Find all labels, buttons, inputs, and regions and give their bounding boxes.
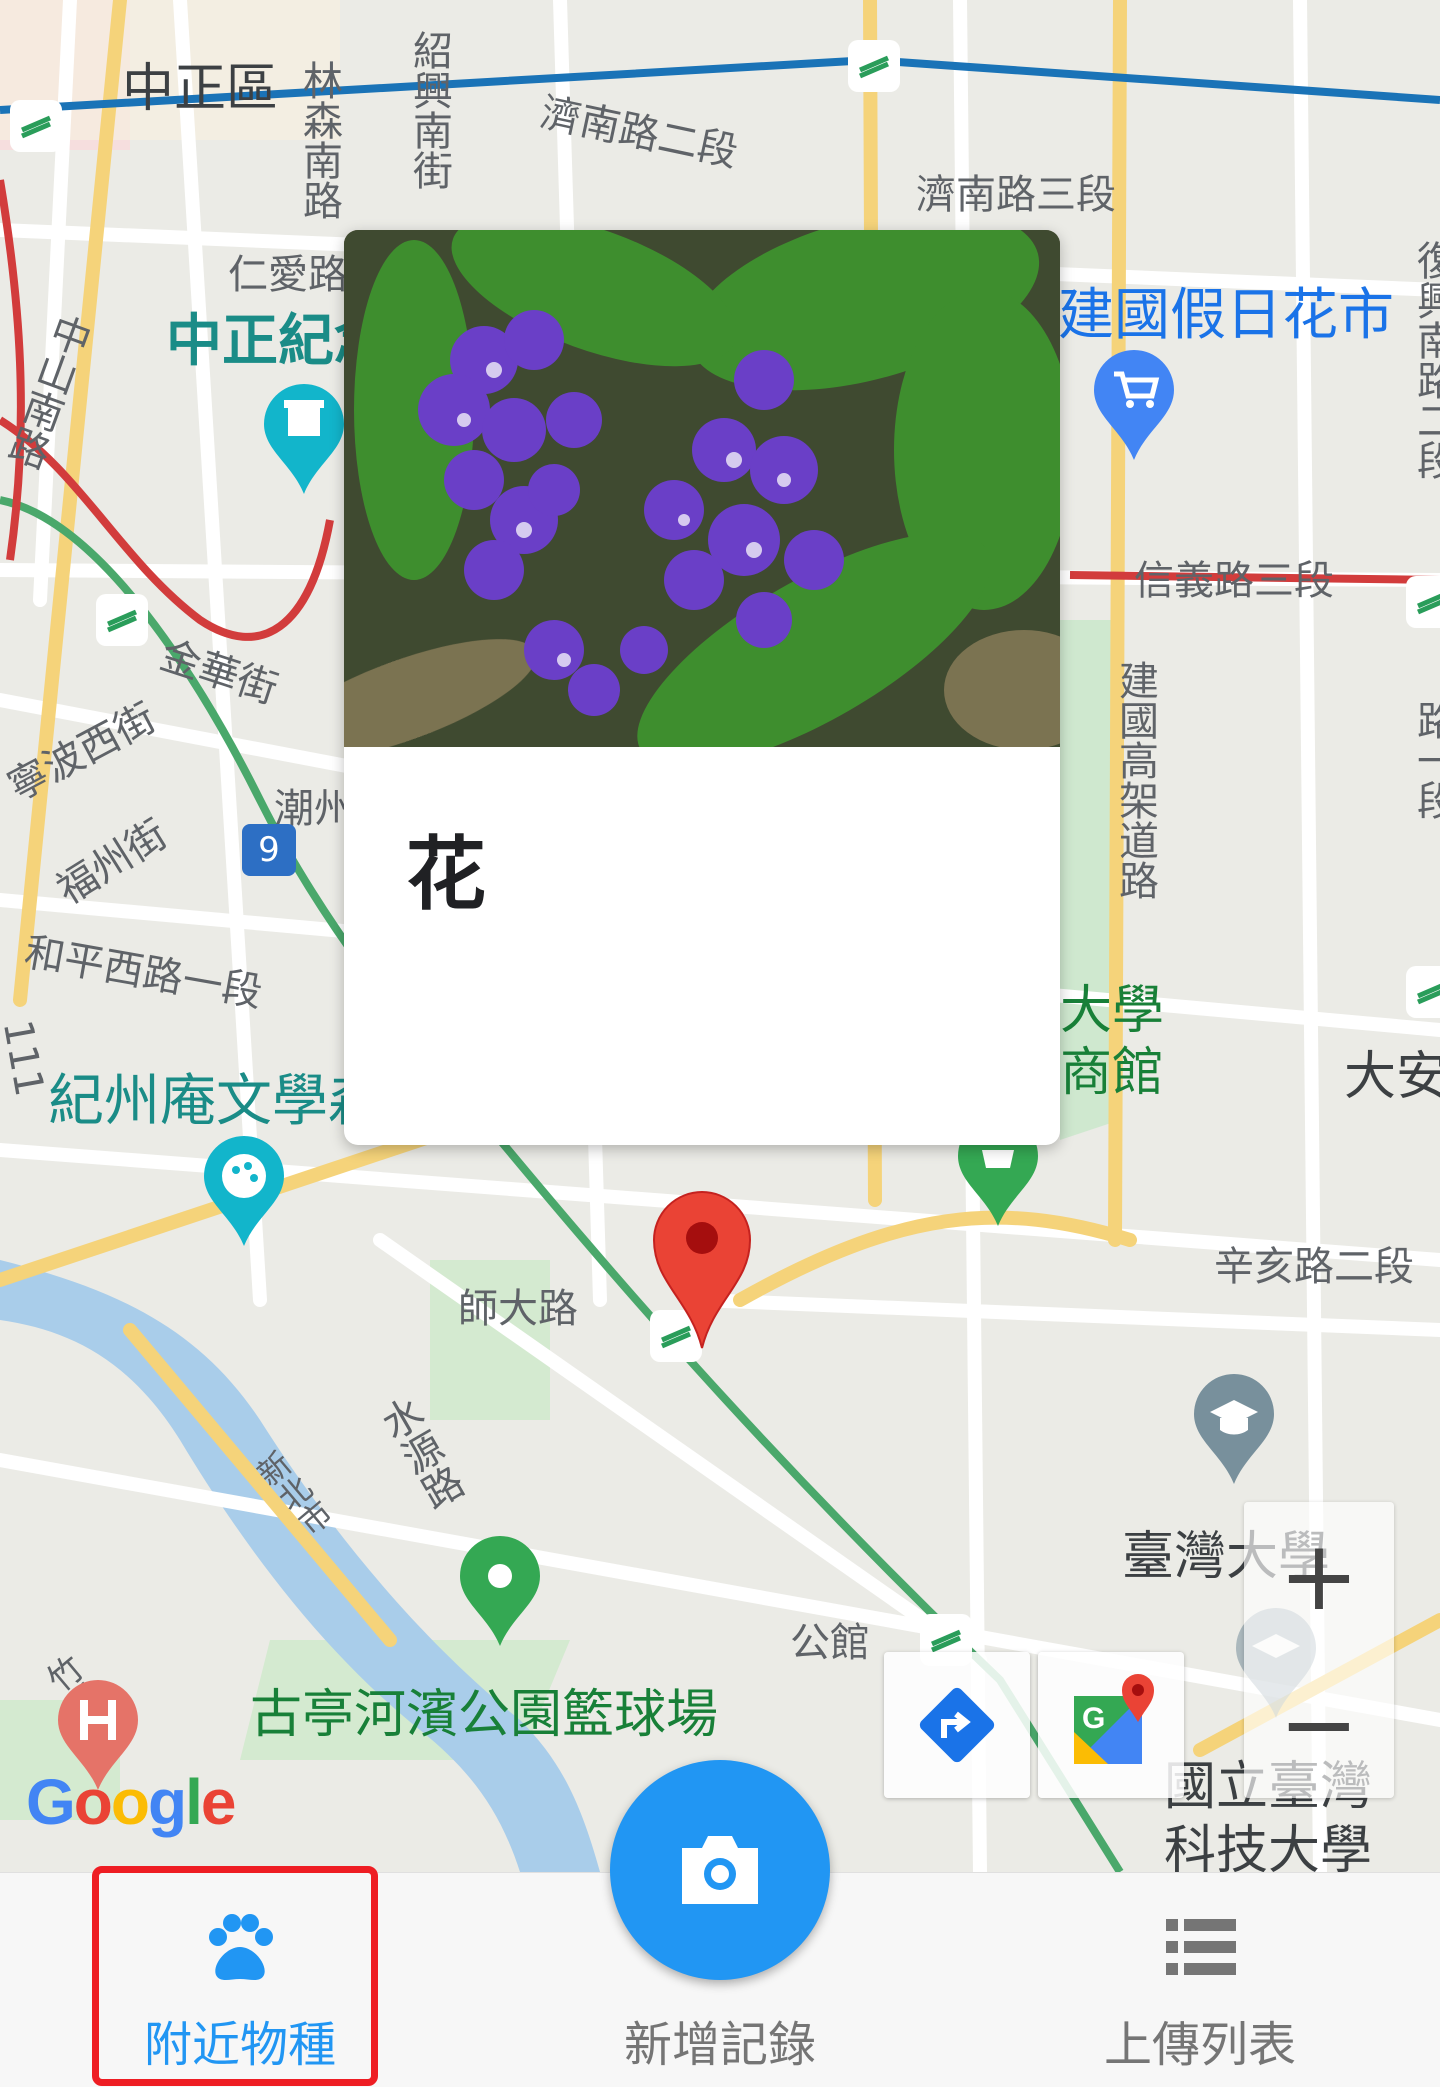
label-xinyi3: 信義路三段 (1134, 558, 1334, 604)
label-shida: 師大路 (458, 1286, 578, 1332)
camera-button[interactable] (610, 1760, 830, 1980)
mrt-station-icon[interactable] (848, 40, 900, 92)
label-gongguan: 公館 (790, 1620, 870, 1666)
nav-add-record-label: 新增記錄 (623, 2017, 816, 2073)
nav-upload-list[interactable]: 上傳列表 (1050, 1873, 1350, 2087)
label-jinan3: 濟南路三段 (916, 172, 1116, 218)
directions-icon (919, 1687, 995, 1763)
landmark-pin-icon[interactable] (262, 384, 346, 496)
label-da-an: 大安 (1344, 1047, 1440, 1107)
route-9-shield: 9 (242, 824, 296, 876)
google-logo: Google (26, 1766, 236, 1838)
camera-icon (682, 1836, 758, 1904)
label-xinhai2: 辛亥路二段 (1214, 1244, 1414, 1290)
route-9-label: 9 (258, 830, 280, 870)
svg-text:G: G (1082, 1702, 1105, 1735)
label-linsen-s: 林森南路 (296, 60, 342, 220)
label-fuxing-s: 復興南路二段 (1410, 240, 1440, 480)
label-sec1: 路一段 (1410, 700, 1440, 820)
label-guting-park: 古亭河濱公園籃球場 (250, 1685, 719, 1745)
open-google-maps-button[interactable]: G (1038, 1652, 1184, 1798)
label-shangguan: 商館 (1060, 1043, 1165, 1103)
label-jianguo-elev: 建國高架道路 (1112, 660, 1158, 900)
art-palette-pin-icon[interactable] (202, 1136, 286, 1248)
observation-card[interactable]: 花 (344, 230, 1060, 1145)
mrt-station-icon[interactable] (96, 594, 148, 646)
zoom-control: + − (1244, 1502, 1394, 1798)
label-renai: 仁愛路 (228, 252, 348, 298)
mrt-station-icon[interactable] (1406, 966, 1440, 1018)
zoom-out-button[interactable]: − (1244, 1650, 1394, 1798)
mrt-station-icon[interactable] (10, 100, 62, 152)
flower-photo (344, 230, 1060, 747)
zoom-in-button[interactable]: + (1244, 1502, 1394, 1650)
map-view[interactable]: 中正區 林森南路 紹興南街 濟南路二段 濟南路三段 仁愛路 中正紀念 建國假日花… (0, 0, 1440, 1872)
label-ntust2: 科技大學 (1164, 1821, 1373, 1872)
google-maps-icon: G (1074, 1674, 1154, 1764)
shopping-cart-pin-icon[interactable] (1092, 350, 1176, 462)
card-title: 花 (406, 828, 486, 921)
selected-location-marker[interactable] (650, 1190, 754, 1350)
directions-button[interactable] (884, 1652, 1030, 1798)
label-jizhouan: 紀州庵文學森 (48, 1069, 384, 1134)
label-zhongzheng: 中正區 (122, 59, 279, 119)
label-jianguo-flower: 建國假日花市 (1058, 283, 1394, 348)
nav-upload-list-label: 上傳列表 (1103, 2017, 1296, 2073)
label-shaoxing-s: 紹興南街 (406, 30, 452, 190)
highlight-box (92, 1866, 378, 2086)
list-icon (1166, 1919, 1236, 1975)
school-pin-icon[interactable] (1192, 1374, 1276, 1486)
mrt-station-icon[interactable] (1406, 576, 1440, 628)
park-pin-icon[interactable] (458, 1536, 542, 1648)
